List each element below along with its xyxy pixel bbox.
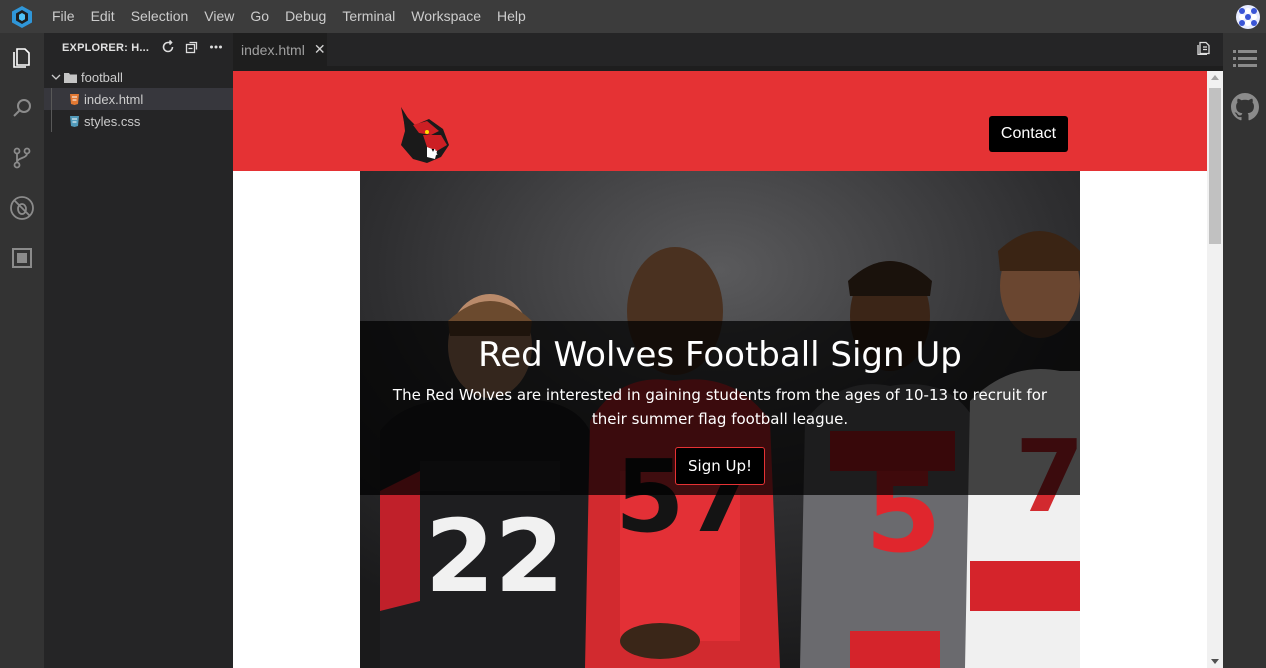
refresh-icon[interactable] <box>161 39 175 57</box>
tab-index-html[interactable]: index.html ✕ <box>233 33 327 66</box>
file-row-styles[interactable]: styles.css <box>44 110 233 132</box>
hero-image: 22 57 5 7 <box>360 171 1080 668</box>
scrollbar-thumb[interactable] <box>1209 88 1221 244</box>
right-activity-bar <box>1223 33 1266 668</box>
extensions-icon[interactable] <box>0 233 44 283</box>
hero-title: Red Wolves Football Sign Up <box>478 335 962 375</box>
tab-label: index.html <box>241 41 305 58</box>
menu-terminal[interactable]: Terminal <box>334 0 403 33</box>
file-row-index[interactable]: index.html <box>44 88 233 110</box>
debug-icon[interactable] <box>0 183 44 233</box>
file-label: index.html <box>84 91 144 107</box>
menu-selection[interactable]: Selection <box>123 0 197 33</box>
file-label: styles.css <box>84 113 141 129</box>
chevron-down-icon <box>48 72 64 82</box>
wolf-logo-icon <box>393 105 453 169</box>
menu-bar: File Edit Selection View Go Debug Termin… <box>44 0 534 33</box>
folder-label: football <box>81 69 123 85</box>
menu-debug[interactable]: Debug <box>277 0 334 33</box>
contact-button[interactable]: Contact <box>989 116 1068 152</box>
menu-help[interactable]: Help <box>489 0 534 33</box>
editor-tab-bar: index.html ✕ <box>233 33 1223 66</box>
close-icon[interactable]: ✕ <box>314 41 326 58</box>
web-preview: Contact 22 57 5 Red Wolves Football Sign… <box>233 71 1207 668</box>
menu-view[interactable]: View <box>196 0 242 33</box>
signup-button[interactable]: Sign Up! <box>675 447 765 485</box>
folder-icon <box>64 72 77 83</box>
source-control-icon[interactable] <box>0 133 44 183</box>
title-bar: File Edit Selection View Go Debug Termin… <box>0 0 1266 33</box>
menu-workspace[interactable]: Workspace <box>403 0 489 33</box>
menu-file[interactable]: File <box>44 0 83 33</box>
menu-edit[interactable]: Edit <box>83 0 123 33</box>
editor-area: Contact 22 57 5 Red Wolves Football Sign… <box>233 66 1223 668</box>
menu-go[interactable]: Go <box>242 0 277 33</box>
scroll-down-arrow-icon[interactable] <box>1211 659 1219 664</box>
explorer-panel: EXPLORER: H... football index.html style… <box>44 33 233 668</box>
more-actions-icon[interactable] <box>209 40 223 57</box>
explorer-header: EXPLORER: H... <box>44 33 233 63</box>
files-icon[interactable] <box>0 33 44 83</box>
search-icon[interactable] <box>0 83 44 133</box>
app-logo-icon <box>0 0 44 33</box>
svg-text:22: 22 <box>425 498 564 615</box>
activity-bar <box>0 33 44 668</box>
site-header: Contact <box>233 71 1207 171</box>
hero-overlay: Red Wolves Football Sign Up The Red Wolv… <box>360 321 1080 495</box>
scroll-up-arrow-icon[interactable] <box>1211 75 1219 80</box>
account-avatar[interactable] <box>1236 5 1260 29</box>
hero-description: The Red Wolves are interested in gaining… <box>392 386 1048 428</box>
open-preview-icon[interactable] <box>1197 41 1211 59</box>
collapse-all-icon[interactable] <box>185 40 199 57</box>
indent-guide <box>51 88 52 132</box>
css-file-icon <box>70 115 79 127</box>
preview-scrollbar[interactable] <box>1207 71 1223 668</box>
folder-row[interactable]: football <box>44 66 233 88</box>
outline-icon[interactable] <box>1223 35 1266 83</box>
explorer-title: EXPLORER: H... <box>62 42 150 54</box>
html-file-icon <box>70 93 79 105</box>
github-icon[interactable] <box>1223 83 1266 131</box>
